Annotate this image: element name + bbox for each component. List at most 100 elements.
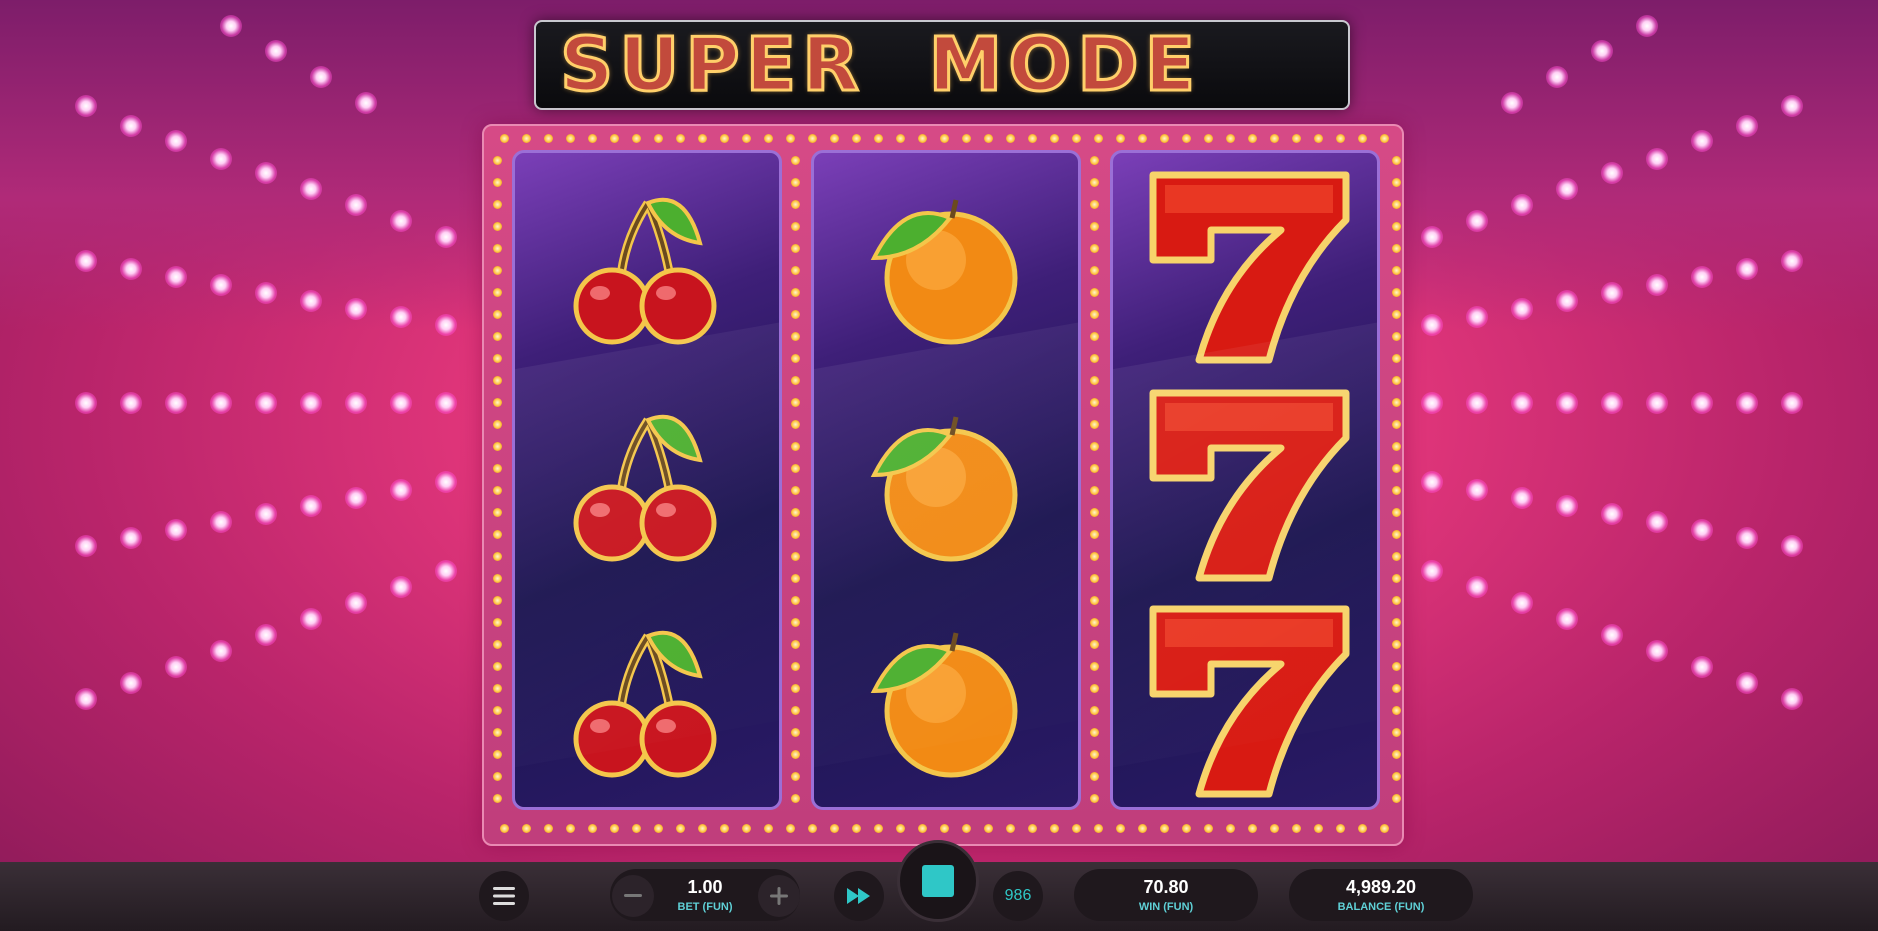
marquee-bulb xyxy=(742,824,751,833)
marquee-bulb xyxy=(588,824,597,833)
marquee-bulb xyxy=(493,244,502,253)
light-dot xyxy=(1646,511,1668,533)
light-dot xyxy=(1511,487,1533,509)
turbo-button[interactable] xyxy=(834,871,884,921)
light-dot xyxy=(255,392,277,414)
light-dot xyxy=(1466,479,1488,501)
marquee-bulb xyxy=(1392,574,1401,583)
marquee-bulb xyxy=(1090,552,1099,561)
light-dot xyxy=(120,392,142,414)
light-dot xyxy=(1421,560,1443,582)
marquee-bulb xyxy=(1392,618,1401,627)
menu-button[interactable] xyxy=(479,871,529,921)
marquee-bulb xyxy=(493,728,502,737)
light-dot xyxy=(1781,250,1803,272)
marquee-bulb xyxy=(676,134,685,143)
marquee-bulb xyxy=(493,200,502,209)
marquee-bulb xyxy=(791,244,800,253)
autospin-counter[interactable]: 986 xyxy=(993,871,1043,921)
light-dot xyxy=(120,672,142,694)
marquee-bulb xyxy=(493,706,502,715)
marquee-bulb xyxy=(1090,530,1099,539)
light-dot xyxy=(1556,178,1578,200)
light-dot xyxy=(1601,162,1623,184)
marquee-bulb xyxy=(1392,464,1401,473)
win-label: WIN (FUN) xyxy=(1138,901,1194,913)
marquee-bulb xyxy=(1090,244,1099,253)
marquee-bulb xyxy=(1392,750,1401,759)
marquee-bulb xyxy=(791,442,800,451)
light-dot xyxy=(120,258,142,280)
marquee-bulb xyxy=(522,824,531,833)
orange-symbol xyxy=(870,199,1018,345)
marquee-bulb xyxy=(1392,640,1401,649)
marquee-bulb xyxy=(1248,134,1257,143)
marquee-bulb xyxy=(791,420,800,429)
light-dot xyxy=(1591,40,1613,62)
bet-decrease-button[interactable] xyxy=(612,875,654,917)
fast-forward-icon xyxy=(847,888,870,904)
light-dot xyxy=(1421,314,1443,336)
marquee-bulb xyxy=(493,662,502,671)
marquee-bulb xyxy=(1392,552,1401,561)
light-dot xyxy=(1691,656,1713,678)
light-dot xyxy=(165,519,187,541)
marquee-bulb xyxy=(1358,134,1367,143)
marquee-bulb xyxy=(493,178,502,187)
marquee-bulb xyxy=(791,354,800,363)
marquee-bulb xyxy=(1072,134,1081,143)
marquee-bulb xyxy=(1090,464,1099,473)
win-display: 70.80 WIN (FUN) xyxy=(1074,869,1258,921)
marquee-bulb xyxy=(1292,824,1301,833)
marquee-bulb xyxy=(1380,134,1389,143)
game-title: SUPER MODE xyxy=(558,21,1202,110)
marquee-bulb xyxy=(791,728,800,737)
marquee-bulb xyxy=(1392,794,1401,803)
marquee-bulb xyxy=(1226,134,1235,143)
marquee-bulb xyxy=(791,530,800,539)
marquee-bulb xyxy=(1392,442,1401,451)
light-dot xyxy=(390,306,412,328)
marquee-bulb xyxy=(493,442,502,451)
marquee-bulb xyxy=(1090,178,1099,187)
hamburger-menu-icon xyxy=(493,887,515,905)
light-dot xyxy=(255,162,277,184)
marquee-bulb xyxy=(654,824,663,833)
marquee-bulb xyxy=(791,640,800,649)
marquee-bulb xyxy=(791,486,800,495)
stop-spin-button[interactable] xyxy=(897,840,979,922)
marquee-bulb xyxy=(1050,824,1059,833)
marquee-bulb xyxy=(676,824,685,833)
light-dot xyxy=(1601,282,1623,304)
marquee-bulb xyxy=(1090,156,1099,165)
marquee-bulb xyxy=(791,398,800,407)
marquee-bulb xyxy=(874,824,883,833)
light-dot xyxy=(1556,608,1578,630)
marquee-bulb xyxy=(493,156,502,165)
light-dot xyxy=(75,250,97,272)
marquee-bulb xyxy=(1270,824,1279,833)
light-dot xyxy=(165,392,187,414)
marquee-bulb xyxy=(1006,134,1015,143)
marquee-bulb xyxy=(984,824,993,833)
marquee-bulb xyxy=(632,824,641,833)
light-dot xyxy=(1466,306,1488,328)
marquee-bulb xyxy=(791,508,800,517)
marquee-bulb xyxy=(522,134,531,143)
marquee-bulb xyxy=(632,134,641,143)
marquee-bulb xyxy=(1028,134,1037,143)
light-dot xyxy=(120,115,142,137)
marquee-bulb xyxy=(1392,332,1401,341)
marquee-bulb xyxy=(1090,200,1099,209)
light-dot xyxy=(265,40,287,62)
bet-increase-button[interactable] xyxy=(758,875,800,917)
marquee-bulb xyxy=(1336,824,1345,833)
marquee-bulb xyxy=(544,824,553,833)
marquee-bulb xyxy=(1090,266,1099,275)
light-dot xyxy=(1636,15,1658,37)
marquee-bulb xyxy=(500,824,509,833)
marquee-bulb xyxy=(493,794,502,803)
marquee-bulb xyxy=(764,134,773,143)
marquee-bulb xyxy=(1090,706,1099,715)
marquee-bulb xyxy=(1090,750,1099,759)
